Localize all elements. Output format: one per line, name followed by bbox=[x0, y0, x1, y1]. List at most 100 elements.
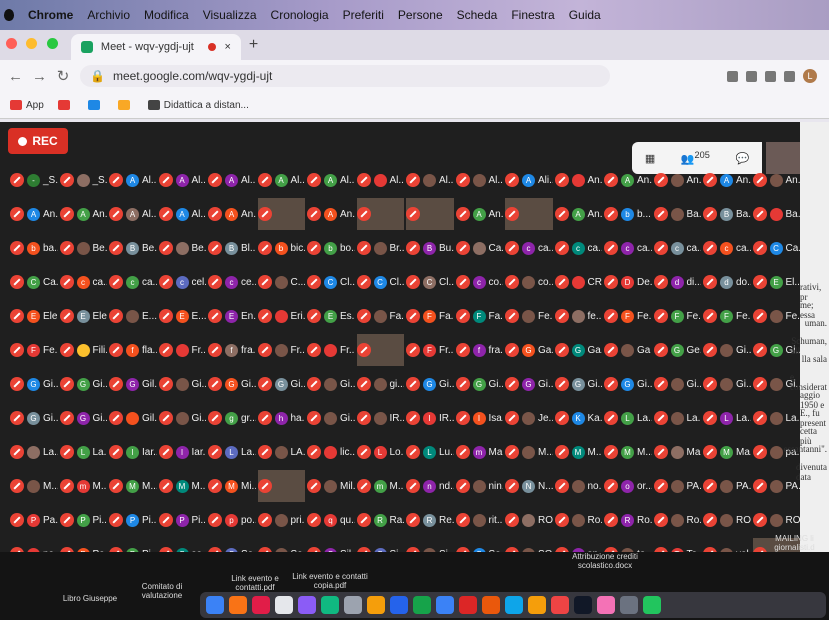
participant-tile[interactable]: co... bbox=[505, 266, 553, 298]
participant-tile[interactable]: Be... bbox=[59, 232, 107, 264]
participant-tile[interactable]: E... bbox=[109, 300, 157, 332]
participant-tile[interactable]: Al... bbox=[406, 164, 454, 196]
participant-tile[interactable]: Gi... bbox=[158, 368, 206, 400]
participant-tile[interactable]: FFe... bbox=[653, 300, 701, 332]
participant-tile[interactable]: IIR... bbox=[406, 402, 454, 434]
participant-tile[interactable]: FFe... bbox=[604, 300, 652, 332]
participant-tile[interactable]: qqu... bbox=[307, 504, 355, 536]
participant-tile[interactable]: CCa... bbox=[10, 266, 58, 298]
participant-tile[interactable]: Fa... bbox=[356, 300, 404, 332]
participant-tile[interactable]: PPi... bbox=[109, 504, 157, 536]
dock-app-icon[interactable] bbox=[390, 596, 408, 614]
participant-tile[interactable]: GGi... bbox=[59, 368, 107, 400]
participant-tile[interactable]: La... bbox=[752, 402, 800, 434]
dock-app-icon[interactable] bbox=[482, 596, 500, 614]
participant-tile[interactable]: GGi... bbox=[554, 368, 602, 400]
participant-tile[interactable]: Al... bbox=[455, 164, 503, 196]
participant-tile[interactable] bbox=[257, 470, 305, 502]
participant-tile[interactable]: PA... bbox=[752, 470, 800, 502]
participant-tile[interactable]: RRa... bbox=[356, 504, 404, 536]
grid-extension-icon[interactable] bbox=[784, 70, 795, 82]
dock-app-icon[interactable] bbox=[505, 596, 523, 614]
participant-tile[interactable]: lic... bbox=[307, 436, 355, 468]
participant-tile[interactable]: RO... bbox=[752, 504, 800, 536]
participant-tile[interactable] bbox=[406, 198, 454, 230]
participant-tile[interactable]: FFe... bbox=[703, 300, 751, 332]
participant-tile[interactable]: no... bbox=[554, 470, 602, 502]
participant-tile[interactable] bbox=[257, 198, 305, 230]
menu-guida[interactable]: Guida bbox=[569, 8, 601, 22]
participant-tile[interactable]: PPi... bbox=[158, 504, 206, 536]
participant-tile[interactable]: LA... bbox=[257, 436, 305, 468]
participant-tile[interactable]: LLa... bbox=[208, 436, 256, 468]
menu-cronologia[interactable]: Cronologia bbox=[271, 8, 329, 22]
participant-tile[interactable]: Ca... bbox=[455, 232, 503, 264]
participant-tile[interactable]: Br... bbox=[356, 232, 404, 264]
star-icon[interactable] bbox=[746, 70, 757, 82]
participant-tile[interactable]: LLa... bbox=[59, 436, 107, 468]
participant-tile[interactable] bbox=[505, 198, 553, 230]
dock-app-icon[interactable] bbox=[367, 596, 385, 614]
menu-visualizza[interactable]: Visualizza bbox=[203, 8, 257, 22]
participant-tile[interactable]: MMa... bbox=[703, 436, 751, 468]
participant-tile[interactable]: IR... bbox=[356, 402, 404, 434]
participant-tile[interactable]: cca... bbox=[505, 232, 553, 264]
participant-tile[interactable]: Gi... bbox=[158, 402, 206, 434]
participant-tile[interactable]: pri... bbox=[257, 504, 305, 536]
participant-tile[interactable]: Ba... bbox=[653, 198, 701, 230]
participant-tile[interactable]: cca... bbox=[653, 232, 701, 264]
participant-tile[interactable]: An... bbox=[752, 164, 800, 196]
participant-tile[interactable]: DDe... bbox=[604, 266, 652, 298]
participant-tile[interactable]: C... bbox=[257, 266, 305, 298]
participant-tile[interactable]: cca... bbox=[604, 232, 652, 264]
participant-tile[interactable]: AAl... bbox=[109, 164, 157, 196]
menu-app-name[interactable]: Chrome bbox=[28, 8, 73, 22]
participant-tile[interactable]: GGa... bbox=[554, 334, 602, 366]
menu-scheda[interactable]: Scheda bbox=[457, 8, 498, 22]
participant-tile[interactable]: Fili... bbox=[59, 334, 107, 366]
participant-tile[interactable]: MM... bbox=[109, 470, 157, 502]
participant-tile[interactable]: GGi... bbox=[505, 368, 553, 400]
participant-tile[interactable]: GGi... bbox=[208, 368, 256, 400]
participant-tile[interactable]: Gi... bbox=[307, 402, 355, 434]
participant-tile[interactable]: CCl... bbox=[307, 266, 355, 298]
desktop-icon-attribuzione[interactable]: Attribuzione crediti scolastico.docx bbox=[565, 552, 645, 570]
new-tab-button[interactable]: + bbox=[249, 36, 258, 54]
participant-tile[interactable]: AAl... bbox=[307, 164, 355, 196]
menu-finestra[interactable]: Finestra bbox=[511, 8, 554, 22]
participant-tile[interactable]: Gi... bbox=[703, 334, 751, 366]
participant-tile[interactable]: Je... bbox=[505, 402, 553, 434]
drive-icon[interactable] bbox=[87, 100, 100, 110]
dock-app-icon[interactable] bbox=[436, 596, 454, 614]
participant-tile[interactable]: An... bbox=[653, 164, 701, 196]
participant-tile[interactable]: bba... bbox=[10, 232, 58, 264]
participant-tile[interactable]: FFr... bbox=[406, 334, 454, 366]
participant-tile[interactable]: E E... bbox=[158, 300, 206, 332]
participant-tile[interactable]: GGe... bbox=[653, 334, 701, 366]
participant-tile[interactable]: _S... bbox=[59, 164, 107, 196]
reload-icon[interactable]: ↻ bbox=[56, 67, 70, 85]
participant-tile[interactable]: AAn... bbox=[703, 164, 751, 196]
profile-avatar[interactable]: L bbox=[803, 69, 817, 83]
participant-tile[interactable]: ddi... bbox=[653, 266, 701, 298]
participant-tile[interactable]: ffra... bbox=[455, 334, 503, 366]
participant-tile[interactable]: GGa... bbox=[505, 334, 553, 366]
participant-tile[interactable]: mMa... bbox=[455, 436, 503, 468]
participant-tile[interactable]: PPa... bbox=[10, 504, 58, 536]
participant-tile[interactable]: BBl... bbox=[208, 232, 256, 264]
participant-tile[interactable]: Gi... bbox=[703, 368, 751, 400]
participant-tile[interactable]: Fe... bbox=[752, 300, 800, 332]
participant-tile[interactable]: Fe... bbox=[505, 300, 553, 332]
participant-tile[interactable]: cco... bbox=[455, 266, 503, 298]
camera-icon[interactable] bbox=[727, 70, 738, 82]
participant-tile[interactable]: Ba... bbox=[752, 198, 800, 230]
participant-tile[interactable]: hha... bbox=[257, 402, 305, 434]
participant-tile[interactable]: PA... bbox=[653, 470, 701, 502]
participant-tile[interactable]: RRo... bbox=[604, 504, 652, 536]
apple-icon[interactable] bbox=[4, 9, 14, 21]
participant-tile[interactable]: Ro... bbox=[653, 504, 701, 536]
participant-tile[interactable]: -_S... bbox=[10, 164, 58, 196]
participant-tile[interactable]: CR... bbox=[554, 266, 602, 298]
participant-tile[interactable]: MM... bbox=[604, 436, 652, 468]
participant-tile[interactable]: Fr... bbox=[158, 334, 206, 366]
